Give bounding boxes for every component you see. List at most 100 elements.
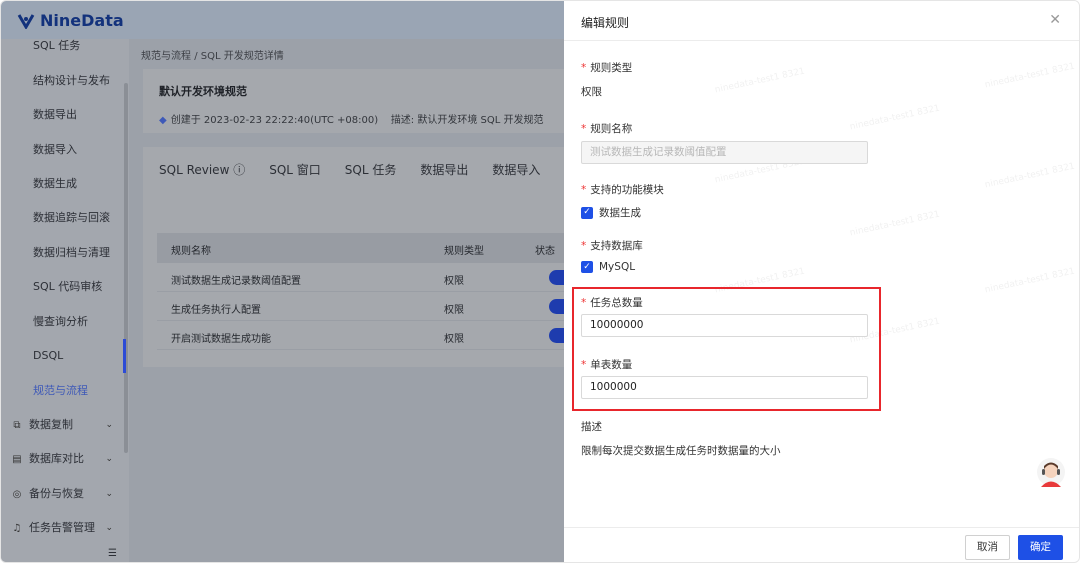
- sidebar-group-label: 任务告警管理: [29, 521, 95, 534]
- modules-label: * 支持的功能模块: [581, 184, 664, 196]
- single-table-label: * 单表数量: [581, 359, 633, 371]
- sidebar-item-label: 数据生成: [33, 177, 77, 190]
- sidebar-group-db-compare[interactable]: ▤ 数据库对比 ⌄: [1, 442, 123, 476]
- check-icon[interactable]: ✓: [581, 206, 593, 219]
- sidebar-item-sql-task[interactable]: SQL 任务: [1, 29, 123, 63]
- breadcrumb-separator: /: [194, 51, 198, 62]
- alert-icon: ♫: [12, 523, 22, 534]
- rule-name: 开启测试数据生成功能: [171, 334, 271, 345]
- chevron-down-icon: ⌄: [105, 420, 113, 430]
- edit-rule-drawer: ninedata-test1 8321 ninedata-test1 8321 …: [564, 1, 1079, 562]
- sidebar-item-data-tracking[interactable]: 数据追踪与回滚: [1, 201, 123, 235]
- single-table-input[interactable]: 1000000: [581, 376, 868, 399]
- table-header: 规则名称 规则类型 状态: [157, 233, 564, 263]
- rule-name-input: 测试数据生成记录数阈值配置: [581, 141, 868, 164]
- sidebar-group-label: 数据库对比: [29, 452, 84, 465]
- cancel-button[interactable]: 取消: [965, 535, 1010, 560]
- drawer-header: 编辑规则 ✕: [564, 1, 1079, 41]
- sidebar-item-schema-design[interactable]: 结构设计与发布: [1, 64, 123, 98]
- watermark: ninedata-test1 8321: [983, 61, 1076, 91]
- sidebar-group-data-replication[interactable]: ⧉ 数据复制 ⌄: [1, 408, 123, 442]
- tab-sql-window[interactable]: SQL 窗口: [269, 161, 321, 178]
- sidebar-item-data-import[interactable]: 数据导入: [1, 133, 123, 167]
- sidebar-item-label: 数据导出: [33, 108, 77, 121]
- rule-name: 测试数据生成记录数阈值配置: [171, 276, 301, 287]
- rule-type-value: 权限: [581, 86, 602, 98]
- sidebar-item-label: SQL 任务: [33, 39, 81, 52]
- chevron-down-icon: ⌄: [105, 454, 113, 464]
- sidebar-group-label: 备份与恢复: [29, 487, 84, 500]
- chevron-down-icon: ⌄: [105, 523, 113, 533]
- table-row[interactable]: 测试数据生成记录数阈值配置 权限: [157, 263, 579, 292]
- table-row[interactable]: 生成任务执行人配置 权限: [157, 292, 579, 321]
- label-text: 支持的功能模块: [590, 184, 664, 196]
- total-count-input[interactable]: 10000000: [581, 314, 868, 337]
- env-icon: ◆: [159, 115, 167, 126]
- assistant-avatar-icon[interactable]: [1036, 457, 1066, 489]
- sidebar-item-slow-query[interactable]: 慢查询分析: [1, 305, 123, 339]
- main-content: 规范与流程 / SQL 开发规范详情 默认开发环境规范 ◆ 创建于 2023-02…: [129, 39, 588, 562]
- watermark: ninedata-test1 8321: [848, 103, 941, 133]
- sidebar-item-label: 规范与流程: [33, 384, 88, 397]
- db-checkbox-mysql[interactable]: ✓ MySQL: [581, 261, 635, 273]
- rule-type: 权限: [444, 276, 464, 287]
- logo-text: NineData: [40, 11, 124, 30]
- module-checkbox-data-generation[interactable]: ✓ 数据生成: [581, 205, 641, 220]
- tab-sql-review[interactable]: SQL Review ⓘ: [159, 161, 245, 178]
- label-text: 规则类型: [590, 62, 633, 74]
- watermark: ninedata-test1 8321: [848, 209, 941, 239]
- backup-icon: ◎: [12, 489, 22, 500]
- rule-name: 生成任务执行人配置: [171, 305, 261, 316]
- label-text: 任务总数量: [590, 297, 643, 309]
- sidebar-scrollbar[interactable]: [124, 83, 128, 453]
- rules-card: SQL Review ⓘ SQL 窗口 SQL 任务 数据导出 数据导入 数据 …: [143, 147, 588, 367]
- spec-meta: ◆ 创建于 2023-02-23 22:22:40(UTC +08:00) 描述:…: [159, 111, 544, 126]
- rule-type: 权限: [444, 334, 464, 345]
- checkbox-label: MySQL: [599, 261, 636, 273]
- spec-desc: 描述: 默认开发环境 SQL 开发规范: [390, 115, 544, 126]
- sidebar-group-alerts[interactable]: ♫ 任务告警管理 ⌄: [1, 511, 123, 545]
- sidebar-item-label: 数据追踪与回滚: [33, 211, 110, 224]
- tab-data-export[interactable]: 数据导出: [420, 161, 468, 178]
- breadcrumb-root[interactable]: 规范与流程: [141, 51, 191, 62]
- sidebar-item-label: SQL 代码审核: [33, 280, 103, 293]
- tab-data-import[interactable]: 数据导入: [492, 161, 540, 178]
- table-row[interactable]: 开启测试数据生成功能 权限: [157, 321, 579, 350]
- tab-sql-task[interactable]: SQL 任务: [345, 161, 397, 178]
- spec-summary-card: 默认开发环境规范 ◆ 创建于 2023-02-23 22:22:40(UTC +0…: [143, 69, 564, 133]
- check-icon[interactable]: ✓: [581, 261, 593, 273]
- label-text: 单表数量: [590, 359, 633, 371]
- breadcrumb: 规范与流程 / SQL 开发规范详情: [141, 47, 284, 62]
- sidebar-item-spec-flow[interactable]: 规范与流程: [1, 374, 123, 408]
- logo: NineData: [17, 11, 124, 30]
- sidebar-item-dsql[interactable]: DSQL: [1, 339, 123, 373]
- ninedata-logo-icon: [17, 13, 35, 29]
- rule-name-label: * 规则名称: [581, 123, 633, 135]
- sidebar-item-data-export[interactable]: 数据导出: [1, 98, 123, 132]
- column-header-type: 规则类型: [444, 246, 484, 257]
- sidebar-item-data-generation[interactable]: 数据生成: [1, 167, 123, 201]
- column-header-status: 状态: [535, 246, 555, 257]
- sidebar-item-data-archive[interactable]: 数据归档与清理: [1, 236, 123, 270]
- drawer-footer: 取消 确定: [564, 527, 1079, 562]
- close-icon[interactable]: ✕: [1049, 12, 1061, 28]
- breadcrumb-current: SQL 开发规范详情: [200, 51, 284, 62]
- sidebar: SQL 任务 结构设计与发布 数据导出 数据导入 数据生成 数据追踪与回滚 数据…: [1, 39, 129, 562]
- column-header-name: 规则名称: [171, 246, 211, 257]
- checkbox-label: 数据生成: [599, 207, 641, 219]
- sidebar-item-label: 结构设计与发布: [33, 74, 110, 87]
- sidebar-group-backup[interactable]: ◎ 备份与恢复 ⌄: [1, 477, 123, 511]
- sidebar-active-indicator: [123, 339, 126, 373]
- tab-bar: SQL Review ⓘ SQL 窗口 SQL 任务 数据导出 数据导入 数据: [159, 161, 588, 178]
- sidebar-footer: ☰: [1, 544, 129, 562]
- sidebar-item-sql-code-review[interactable]: SQL 代码审核: [1, 270, 123, 304]
- total-count-label: * 任务总数量: [581, 297, 643, 309]
- compare-icon: ▤: [12, 454, 22, 465]
- sidebar-group-label: 数据复制: [29, 418, 73, 431]
- confirm-button[interactable]: 确定: [1018, 535, 1063, 560]
- sidebar-item-label: DSQL: [33, 349, 64, 362]
- collapse-menu-icon[interactable]: ☰: [108, 548, 117, 559]
- description-label: 描述: [581, 421, 602, 433]
- watermark: ninedata-test1 8321: [983, 161, 1076, 191]
- watermark: ninedata-test1 8321: [713, 66, 806, 96]
